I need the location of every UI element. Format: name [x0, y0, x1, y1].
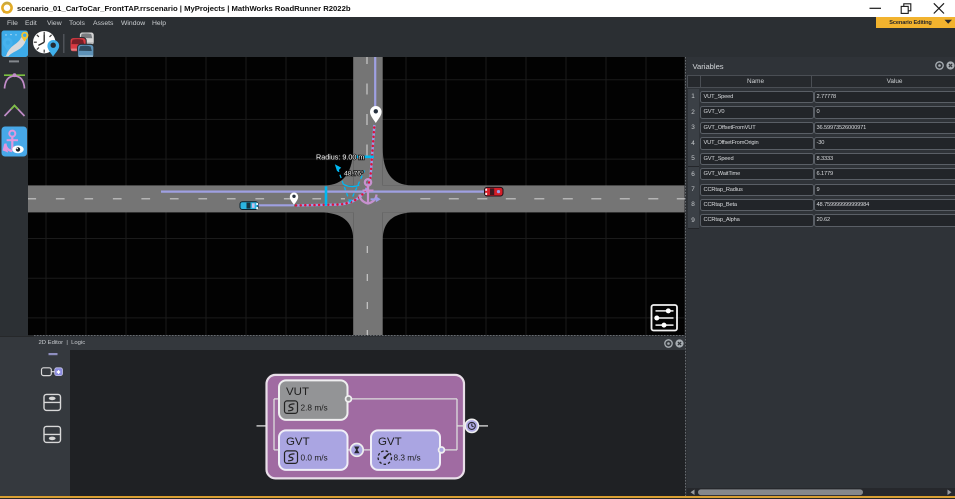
- svg-text:GVT: GVT: [378, 435, 402, 447]
- svg-text:8.3 m/s: 8.3 m/s: [393, 452, 420, 462]
- svg-text:GVT: GVT: [286, 435, 310, 447]
- svg-text:2.8 m/s: 2.8 m/s: [301, 402, 328, 412]
- svg-text:Radius: 9.00 m: Radius: 9.00 m: [316, 152, 364, 161]
- svg-text:48.76°: 48.76°: [344, 170, 364, 178]
- svg-text:VUT: VUT: [286, 385, 309, 397]
- svg-text:0.0 m/s: 0.0 m/s: [301, 452, 328, 462]
- svg-text:✱: ✱: [56, 369, 61, 376]
